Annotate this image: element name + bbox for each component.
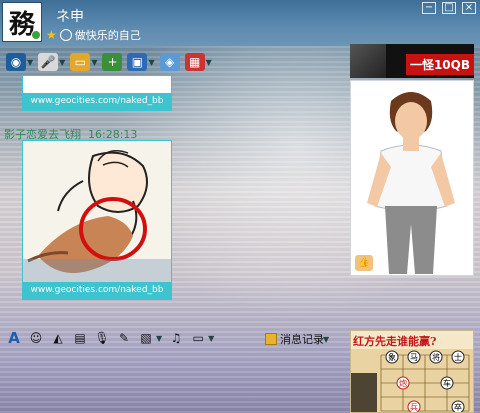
chess-piece: 士	[454, 352, 462, 362]
font-icon[interactable]: A	[6, 329, 22, 347]
chess-piece: 马	[410, 353, 418, 362]
image-caption: www.geocities.com/naked_bb	[23, 93, 171, 110]
emoji-icon[interactable]: ☺	[28, 330, 44, 346]
chess-piece: 卒	[454, 402, 462, 412]
message-history-area: www.geocities.com/naked_bb 影子恋爱去飞翔 16:28…	[0, 75, 350, 324]
history-icon	[265, 333, 277, 345]
chevron-down-icon[interactable]: ▼	[206, 58, 212, 67]
shake-window-icon[interactable]: ◭	[50, 330, 66, 346]
chess-piece: 将	[432, 352, 440, 362]
close-button[interactable]: ×	[462, 2, 476, 14]
received-image-1[interactable]: www.geocities.com/naked_bb	[22, 75, 172, 111]
chevron-down-icon[interactable]: ▼	[27, 58, 33, 67]
file-transfer-icon[interactable]: ▭	[70, 53, 91, 71]
chevron-down-icon[interactable]: ▼	[148, 58, 154, 67]
video-call-icon[interactable]: ◉	[6, 53, 26, 71]
title-bar: 務 ネ申 ★ 做快乐的自己 − □ ×	[0, 0, 480, 46]
cartoon-image	[23, 141, 171, 282]
chevron-down-icon[interactable]: ▼	[59, 58, 65, 67]
chess-piece: 象	[388, 352, 396, 362]
refresh-icon	[59, 29, 72, 41]
maximize-button[interactable]: □	[442, 2, 456, 14]
image-caption: www.geocities.com/naked_bb	[23, 282, 171, 299]
chevron-down-icon[interactable]: ▼	[91, 58, 97, 67]
chevron-down-icon[interactable]: ▼	[208, 334, 214, 343]
chess-piece: 车	[443, 378, 451, 388]
received-image-2[interactable]: www.geocities.com/naked_bb	[22, 140, 172, 300]
chevron-down-icon[interactable]: ▼	[323, 335, 329, 344]
chess-puzzle-ad[interactable]: 红方先走谁能赢? 象 马 将 士 炮 车 兵 卒	[350, 330, 474, 413]
doodle-icon[interactable]: ✎	[116, 330, 132, 346]
apps-grid-icon[interactable]: ▦	[184, 53, 205, 71]
remote-assist-icon[interactable]: ▣	[127, 53, 148, 71]
signature-row: ★ 做快乐的自己	[46, 28, 141, 42]
application-icon[interactable]: ◈	[159, 53, 180, 71]
ad-banner-text: 一怪10QB	[405, 54, 474, 75]
game-title: 红方先走谁能赢?	[353, 335, 437, 348]
history-label: 消息记录	[280, 333, 324, 346]
minimize-button[interactable]: −	[422, 2, 436, 14]
voice-message-icon[interactable]: 🎙	[94, 330, 110, 346]
chat-toolbar: ◉ ▼ 🎤 ▼ ▭ ▼ + ▣ ▼ ◈ ▦ ▼	[0, 50, 350, 74]
contact-nickname[interactable]: ネ申	[56, 6, 84, 26]
avatar-show-panel[interactable]: 👍	[350, 80, 474, 276]
more-tools-icon[interactable]: ▭	[190, 330, 206, 346]
online-status-icon	[31, 30, 41, 40]
like-icon[interactable]: 👍	[355, 255, 373, 271]
chess-piece: 炮	[399, 378, 407, 388]
screenshot-icon[interactable]: ▧	[138, 330, 154, 346]
signature-text: 做快乐的自己	[74, 29, 141, 42]
chess-piece: 兵	[410, 402, 418, 412]
ad-character-image	[350, 44, 386, 78]
create-group-icon[interactable]: +	[102, 53, 123, 71]
xiangqi-board-image: 象 马 将 士 炮 车 兵 卒	[351, 349, 473, 412]
star-icon: ★	[46, 28, 57, 42]
chevron-down-icon[interactable]: ▼	[156, 334, 162, 343]
ad-banner[interactable]: 一怪10QB	[350, 44, 474, 78]
message-history-button[interactable]: 消息记录 ▼	[265, 331, 329, 347]
magic-expression-icon[interactable]: ▤	[72, 330, 88, 346]
window-controls: − □ ×	[422, 2, 476, 14]
avatar-figure-image	[367, 92, 455, 274]
music-icon[interactable]: ♫	[168, 330, 184, 346]
voice-call-icon[interactable]: 🎤	[38, 53, 59, 71]
